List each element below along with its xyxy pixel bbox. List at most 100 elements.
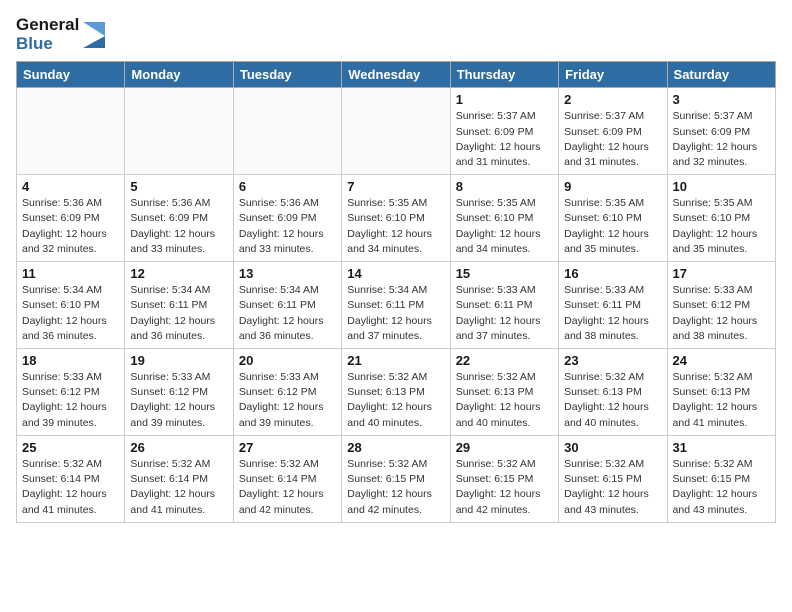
day-info-line: Daylight: 12 hours xyxy=(564,487,661,502)
day-number: 4 xyxy=(22,179,119,194)
day-info-line: Sunset: 6:10 PM xyxy=(22,298,119,313)
day-info-line: Sunrise: 5:34 AM xyxy=(22,283,119,298)
calendar-cell: 17Sunrise: 5:33 AMSunset: 6:12 PMDayligh… xyxy=(667,262,775,349)
day-info: Sunrise: 5:36 AMSunset: 6:09 PMDaylight:… xyxy=(130,196,227,257)
day-info-line: Daylight: 12 hours xyxy=(130,227,227,242)
week-row-1: 1Sunrise: 5:37 AMSunset: 6:09 PMDaylight… xyxy=(17,88,776,175)
day-number: 24 xyxy=(673,353,770,368)
day-info-line: Sunset: 6:11 PM xyxy=(239,298,336,313)
day-info-line: Daylight: 12 hours xyxy=(564,227,661,242)
logo: General Blue xyxy=(16,16,105,53)
day-info-line: Sunrise: 5:32 AM xyxy=(22,457,119,472)
day-info-line: Sunrise: 5:32 AM xyxy=(456,370,553,385)
calendar-cell: 5Sunrise: 5:36 AMSunset: 6:09 PMDaylight… xyxy=(125,175,233,262)
day-info-line: Sunrise: 5:32 AM xyxy=(564,457,661,472)
day-info-line: and 31 minutes. xyxy=(456,155,553,170)
day-info-line: Sunrise: 5:35 AM xyxy=(456,196,553,211)
calendar-cell: 7Sunrise: 5:35 AMSunset: 6:10 PMDaylight… xyxy=(342,175,450,262)
day-info-line: Sunset: 6:09 PM xyxy=(673,125,770,140)
day-info: Sunrise: 5:33 AMSunset: 6:12 PMDaylight:… xyxy=(22,370,119,431)
calendar-cell: 30Sunrise: 5:32 AMSunset: 6:15 PMDayligh… xyxy=(559,435,667,522)
calendar-cell: 28Sunrise: 5:32 AMSunset: 6:15 PMDayligh… xyxy=(342,435,450,522)
day-info: Sunrise: 5:35 AMSunset: 6:10 PMDaylight:… xyxy=(347,196,444,257)
day-info-line: and 31 minutes. xyxy=(564,155,661,170)
day-info-line: and 38 minutes. xyxy=(564,329,661,344)
day-info: Sunrise: 5:34 AMSunset: 6:10 PMDaylight:… xyxy=(22,283,119,344)
day-info-line: Sunset: 6:09 PM xyxy=(130,211,227,226)
day-info-line: Daylight: 12 hours xyxy=(22,400,119,415)
day-number: 22 xyxy=(456,353,553,368)
day-info-line: and 39 minutes. xyxy=(22,416,119,431)
day-info-line: Sunset: 6:14 PM xyxy=(130,472,227,487)
day-number: 19 xyxy=(130,353,227,368)
calendar-cell: 31Sunrise: 5:32 AMSunset: 6:15 PMDayligh… xyxy=(667,435,775,522)
day-number: 1 xyxy=(456,92,553,107)
day-number: 18 xyxy=(22,353,119,368)
day-info-line: Sunset: 6:15 PM xyxy=(456,472,553,487)
day-info-line: Daylight: 12 hours xyxy=(673,314,770,329)
day-info-line: Sunset: 6:13 PM xyxy=(456,385,553,400)
day-info-line: Sunrise: 5:37 AM xyxy=(564,109,661,124)
day-info-line: Daylight: 12 hours xyxy=(456,487,553,502)
week-row-2: 4Sunrise: 5:36 AMSunset: 6:09 PMDaylight… xyxy=(17,175,776,262)
week-row-3: 11Sunrise: 5:34 AMSunset: 6:10 PMDayligh… xyxy=(17,262,776,349)
calendar-cell: 1Sunrise: 5:37 AMSunset: 6:09 PMDaylight… xyxy=(450,88,558,175)
day-info-line: Sunset: 6:09 PM xyxy=(239,211,336,226)
calendar-cell: 13Sunrise: 5:34 AMSunset: 6:11 PMDayligh… xyxy=(233,262,341,349)
day-info: Sunrise: 5:32 AMSunset: 6:15 PMDaylight:… xyxy=(456,457,553,518)
day-info-line: Daylight: 12 hours xyxy=(22,487,119,502)
day-info-line: Sunrise: 5:32 AM xyxy=(456,457,553,472)
day-info-line: and 43 minutes. xyxy=(673,503,770,518)
day-info-line: Sunset: 6:13 PM xyxy=(673,385,770,400)
day-info-line: Daylight: 12 hours xyxy=(130,314,227,329)
day-info: Sunrise: 5:37 AMSunset: 6:09 PMDaylight:… xyxy=(673,109,770,170)
day-info-line: and 32 minutes. xyxy=(673,155,770,170)
day-info-line: Sunset: 6:10 PM xyxy=(456,211,553,226)
header-wednesday: Wednesday xyxy=(342,62,450,88)
day-info-line: Daylight: 12 hours xyxy=(22,227,119,242)
day-info-line: and 34 minutes. xyxy=(456,242,553,257)
day-info: Sunrise: 5:33 AMSunset: 6:11 PMDaylight:… xyxy=(564,283,661,344)
day-info-line: and 43 minutes. xyxy=(564,503,661,518)
calendar-cell: 11Sunrise: 5:34 AMSunset: 6:10 PMDayligh… xyxy=(17,262,125,349)
day-info-line: Sunset: 6:15 PM xyxy=(347,472,444,487)
day-number: 3 xyxy=(673,92,770,107)
week-row-4: 18 Sunrise: 5:33 AMSunset: 6:12 PMDayligh… xyxy=(17,349,776,436)
day-number: 13 xyxy=(239,266,336,281)
day-info-line: and 33 minutes. xyxy=(130,242,227,257)
calendar-cell: 4Sunrise: 5:36 AMSunset: 6:09 PMDaylight… xyxy=(17,175,125,262)
day-info-line: Sunrise: 5:36 AM xyxy=(22,196,119,211)
day-info-line: Sunset: 6:15 PM xyxy=(673,472,770,487)
day-info-line: Daylight: 12 hours xyxy=(673,140,770,155)
day-info: Sunrise: 5:37 AMSunset: 6:09 PMDaylight:… xyxy=(564,109,661,170)
header-saturday: Saturday xyxy=(667,62,775,88)
day-number: 12 xyxy=(130,266,227,281)
day-number: 29 xyxy=(456,440,553,455)
day-info-line: Sunrise: 5:33 AM xyxy=(673,283,770,298)
calendar-cell: 24Sunrise: 5:32 AMSunset: 6:13 PMDayligh… xyxy=(667,349,775,436)
day-info: Sunrise: 5:32 AMSunset: 6:13 PMDaylight:… xyxy=(564,370,661,431)
day-info-line: Sunrise: 5:33 AM xyxy=(564,283,661,298)
day-info-line: Sunrise: 5:36 AM xyxy=(130,196,227,211)
header-tuesday: Tuesday xyxy=(233,62,341,88)
day-info-line: Sunset: 6:10 PM xyxy=(564,211,661,226)
header-friday: Friday xyxy=(559,62,667,88)
day-info-line: Sunset: 6:13 PM xyxy=(347,385,444,400)
day-info-line: Daylight: 12 hours xyxy=(130,400,227,415)
day-info-line: and 35 minutes. xyxy=(673,242,770,257)
calendar-body: 1Sunrise: 5:37 AMSunset: 6:09 PMDaylight… xyxy=(17,88,776,522)
day-info-line: Daylight: 12 hours xyxy=(347,227,444,242)
day-info-line: and 37 minutes. xyxy=(347,329,444,344)
day-info-line: Daylight: 12 hours xyxy=(347,400,444,415)
calendar-cell: 25Sunrise: 5:32 AMSunset: 6:14 PMDayligh… xyxy=(17,435,125,522)
day-number: 21 xyxy=(347,353,444,368)
day-info: Sunrise: 5:33 AMSunset: 6:11 PMDaylight:… xyxy=(456,283,553,344)
day-info: Sunrise: 5:32 AMSunset: 6:15 PMDaylight:… xyxy=(564,457,661,518)
day-number: 16 xyxy=(564,266,661,281)
day-info-line: and 40 minutes. xyxy=(347,416,444,431)
calendar-cell: 9Sunrise: 5:35 AMSunset: 6:10 PMDaylight… xyxy=(559,175,667,262)
day-info-line: Sunrise: 5:32 AM xyxy=(347,370,444,385)
day-info-line: Daylight: 12 hours xyxy=(22,314,119,329)
day-info: Sunrise: 5:35 AMSunset: 6:10 PMDaylight:… xyxy=(673,196,770,257)
day-info-line: and 41 minutes. xyxy=(673,416,770,431)
